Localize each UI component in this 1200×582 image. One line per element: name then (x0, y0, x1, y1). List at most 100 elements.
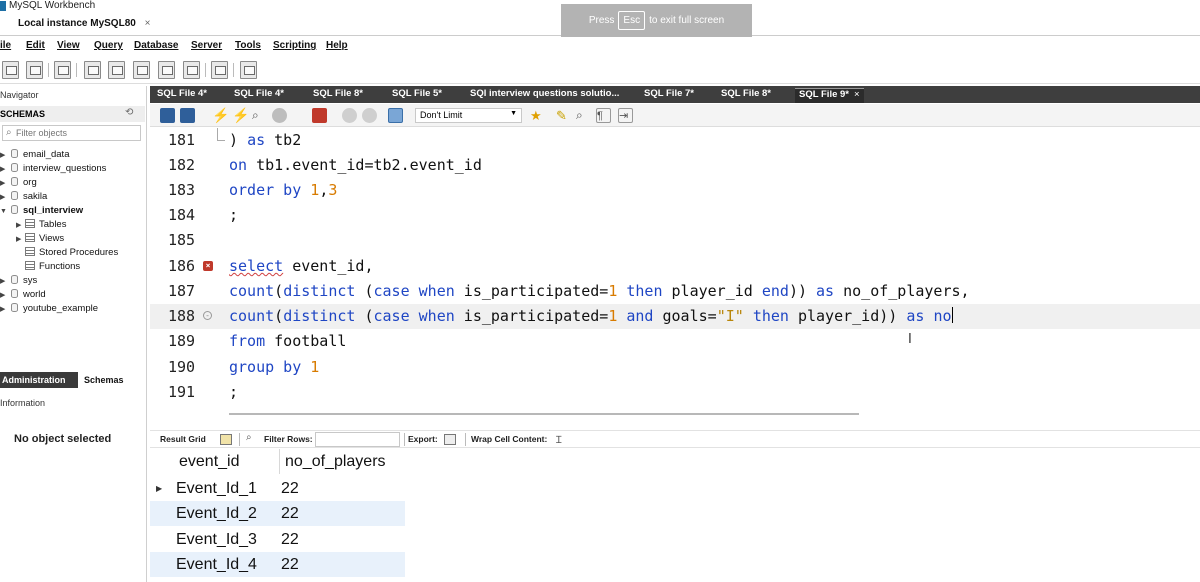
toggle-error-icon[interactable] (312, 108, 327, 123)
table-cell[interactable]: 22 (281, 480, 299, 498)
table-row[interactable]: ▶ Event_Id_1 22 (150, 476, 405, 501)
table-cell[interactable]: Event_Id_4 (176, 556, 257, 574)
autocommit-icon[interactable] (388, 108, 403, 123)
menu-scripting[interactable]: Scripting (273, 40, 316, 51)
create-function-icon[interactable] (183, 61, 200, 79)
horizontal-scrollbar[interactable] (229, 413, 859, 415)
table-row[interactable]: Event_Id_4 22 (150, 552, 405, 577)
filter-objects-input[interactable] (16, 127, 136, 139)
table-cell[interactable]: Event_Id_3 (176, 531, 257, 549)
result-grid[interactable]: event_id no_of_players ▶ Event_Id_1 22 E… (150, 449, 410, 582)
column-divider[interactable] (279, 449, 280, 474)
file-tab-active[interactable]: SQL File 9* × (795, 88, 864, 103)
grid-view-icon[interactable] (220, 434, 232, 445)
menu-tools[interactable]: Tools (235, 40, 261, 51)
file-tab[interactable]: SQL File 8* (313, 88, 363, 103)
add-snippet-icon[interactable]: ★ (530, 108, 545, 123)
expand-arrow-icon[interactable]: ▶ (0, 291, 9, 299)
expand-arrow-icon[interactable]: ▶ (16, 235, 25, 243)
syntax-error-marker-icon[interactable]: × (203, 261, 213, 271)
limit-rows-select[interactable]: Don't Limit ▼ (415, 108, 522, 123)
file-tab[interactable]: SQL File 8* (721, 88, 771, 103)
expand-arrow-icon[interactable]: ▶ (0, 151, 9, 159)
save-icon[interactable] (180, 108, 195, 123)
fold-marker-icon[interactable]: - (203, 311, 212, 320)
menu-database[interactable]: Database (134, 40, 178, 51)
column-header-no-of-players[interactable]: no_of_players (285, 453, 386, 471)
search-table-data-icon[interactable] (211, 61, 228, 79)
filter-objects-box[interactable]: ⌕ (2, 125, 141, 141)
sql-editor[interactable]: 181 ) as tb2 182 on tb1.event_id=tb2.eve… (150, 128, 1200, 415)
connection-tab[interactable]: Local instance MySQL80 × (18, 18, 150, 34)
create-schema-icon[interactable] (84, 61, 101, 79)
tab-schemas[interactable]: Schemas (82, 372, 138, 388)
close-icon[interactable]: × (145, 18, 151, 29)
create-procedure-icon[interactable] (158, 61, 175, 79)
tree-item-stored-procedures[interactable]: Stored Procedures (25, 247, 118, 261)
collapse-arrow-icon[interactable]: ▼ (0, 208, 9, 215)
main-toolbar (0, 58, 1200, 84)
inspector-icon[interactable] (54, 61, 71, 79)
menu-query[interactable]: Query (94, 40, 123, 51)
open-sql-script-icon[interactable] (26, 61, 43, 79)
expand-arrow-icon[interactable]: ▶ (16, 221, 25, 229)
expand-arrow-icon[interactable]: ▶ (0, 165, 9, 173)
table-row[interactable]: Event_Id_3 22 (150, 527, 405, 552)
file-tab[interactable]: SQl interview questions solutio... (470, 88, 619, 103)
expand-arrow-icon[interactable]: ▶ (0, 193, 9, 201)
menu-help[interactable]: Help (326, 40, 348, 51)
stop-icon[interactable] (272, 108, 287, 123)
schema-org[interactable]: ▶ org (0, 177, 37, 191)
wrap-lines-icon[interactable]: ⇥ (618, 108, 633, 123)
filter-rows-input[interactable] (315, 432, 400, 447)
menu-view[interactable]: View (57, 40, 80, 51)
table-cell[interactable]: 22 (281, 556, 299, 574)
file-tab[interactable]: SQL File 4* (157, 88, 207, 103)
table-cell[interactable]: 22 (281, 505, 299, 523)
file-tab[interactable]: SQL File 4* (234, 88, 284, 103)
beautify-icon[interactable]: ✎ (556, 108, 571, 123)
reconnect-icon[interactable] (240, 61, 257, 79)
table-cell[interactable]: 22 (281, 531, 299, 549)
close-icon[interactable]: × (854, 89, 860, 100)
table-cell[interactable]: Event_Id_1 (176, 480, 257, 498)
create-table-icon[interactable] (108, 61, 125, 79)
column-header-event-id[interactable]: event_id (179, 453, 240, 471)
tab-administration[interactable]: Administration (0, 372, 78, 388)
result-grid-label[interactable]: Result Grid (160, 434, 206, 444)
open-file-icon[interactable] (160, 108, 175, 123)
file-tab[interactable]: SQL File 5* (392, 88, 442, 103)
schema-sql-interview[interactable]: ▼ sql_interview (0, 205, 83, 219)
tree-item-functions[interactable]: Functions (25, 261, 80, 275)
menu-file[interactable]: ile (0, 40, 11, 51)
schema-sys[interactable]: ▶ sys (0, 275, 37, 289)
execute-icon[interactable]: ⚡ (212, 108, 229, 123)
schema-email-data[interactable]: ▶ email_data (0, 149, 69, 163)
schema-youtube-example[interactable]: ▶ youtube_example (0, 303, 98, 317)
expand-arrow-icon[interactable]: ▶ (0, 277, 9, 285)
refresh-icon[interactable]: ⟲ (125, 107, 133, 118)
schema-sakila[interactable]: ▶ sakila (0, 191, 47, 205)
new-sql-tab-icon[interactable] (2, 61, 19, 79)
expand-arrow-icon[interactable]: ▶ (0, 179, 9, 187)
tree-item-views[interactable]: ▶ Views (16, 233, 64, 247)
execute-current-icon[interactable]: ⚡ (232, 108, 249, 123)
file-tab[interactable]: SQL File 7* (644, 88, 694, 103)
invisible-chars-icon[interactable]: ¶ (596, 108, 611, 123)
menu-server[interactable]: Server (191, 40, 222, 51)
table-row[interactable]: Event_Id_2 22 (150, 501, 405, 526)
wrap-text-icon[interactable]: Ɪ (556, 432, 568, 446)
rollback-icon[interactable] (362, 108, 377, 123)
find-icon[interactable]: ⌕ (576, 108, 591, 123)
table-cell[interactable]: Event_Id_2 (176, 505, 257, 523)
commit-icon[interactable] (342, 108, 357, 123)
schema-interview-questions[interactable]: ▶ interview_questions (0, 163, 106, 177)
export-icon[interactable] (444, 434, 456, 445)
tree-item-tables[interactable]: ▶ Tables (16, 219, 66, 233)
explain-icon[interactable]: ⌕ (252, 108, 267, 123)
create-view-icon[interactable] (133, 61, 150, 79)
menu-edit[interactable]: Edit (26, 40, 45, 51)
expand-arrow-icon[interactable]: ▶ (0, 305, 9, 313)
schema-world[interactable]: ▶ world (0, 289, 46, 303)
code-text: ) as tb2 (229, 131, 302, 149)
